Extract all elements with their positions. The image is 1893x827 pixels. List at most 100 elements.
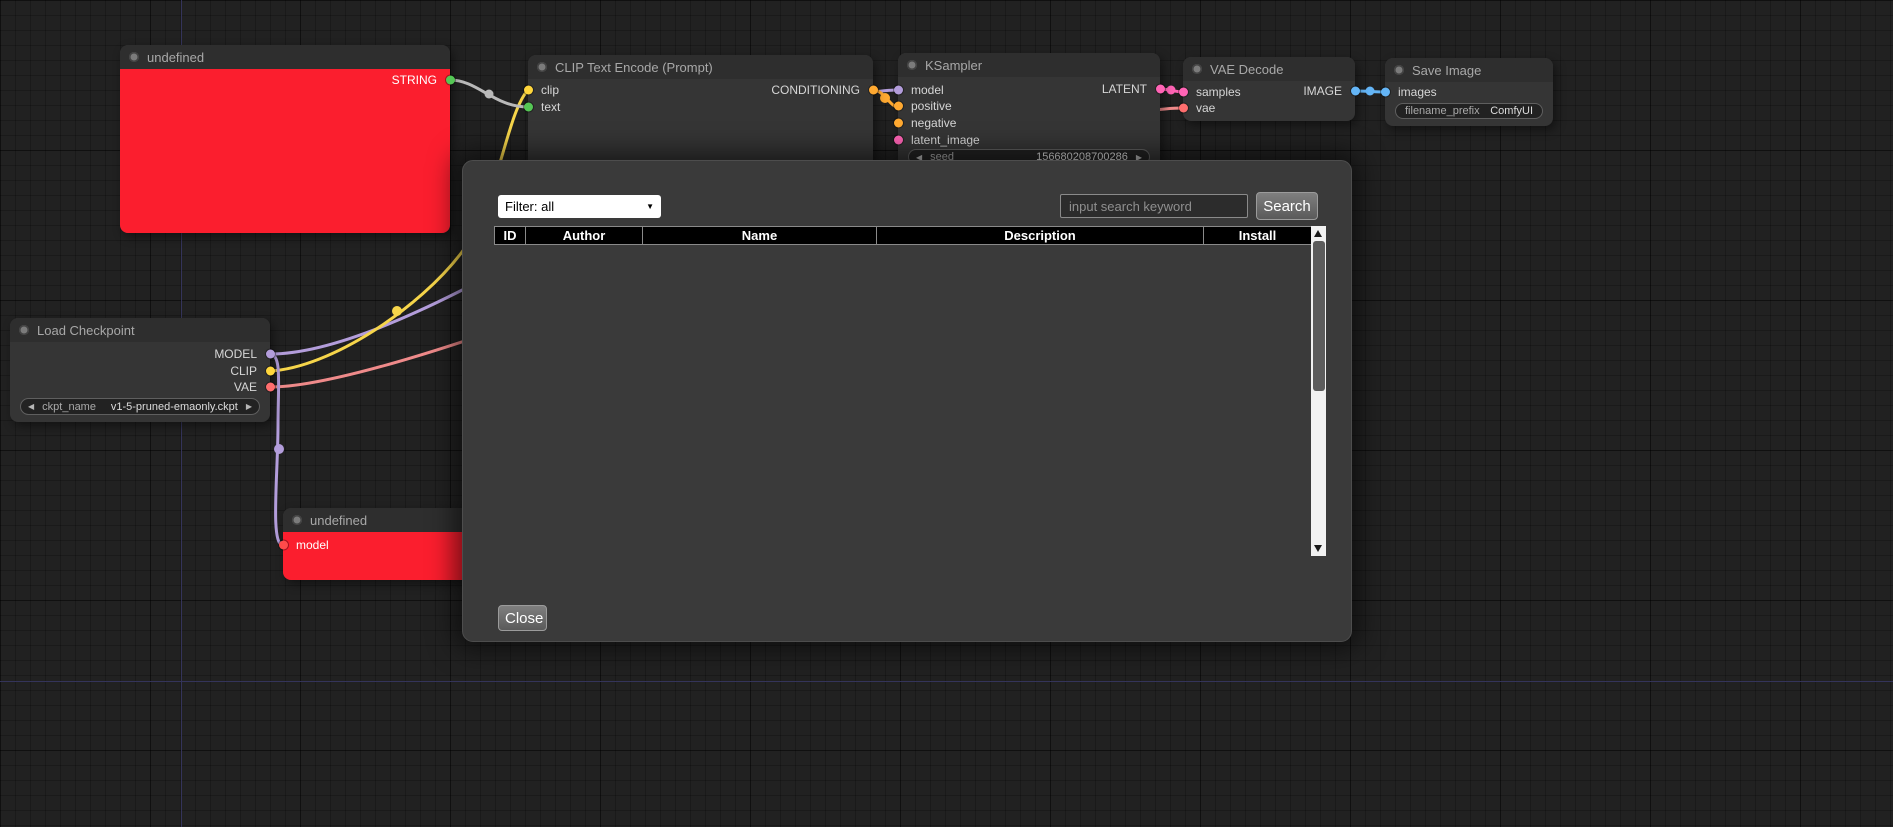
collapse-dot-icon[interactable] xyxy=(1394,65,1404,75)
node-title: KSampler xyxy=(925,58,982,73)
slot-pin[interactable] xyxy=(266,383,275,392)
node-save-image[interactable]: Save Image images filename_prefix ComfyU… xyxy=(1385,58,1553,126)
output-slot-vae[interactable]: VAE xyxy=(10,380,270,394)
input-slot-images[interactable]: images xyxy=(1385,85,1553,99)
output-slot-conditioning[interactable]: CONDITIONING xyxy=(528,83,873,97)
node-vae-decode[interactable]: VAE Decode samples vae IMAGE xyxy=(1183,57,1355,121)
arrow-left-icon[interactable]: ◀ xyxy=(28,402,34,411)
slot-pin[interactable] xyxy=(894,136,903,145)
slot-pin[interactable] xyxy=(869,86,878,95)
collapse-dot-icon[interactable] xyxy=(292,515,302,525)
column-header: ID xyxy=(495,227,526,245)
node-header[interactable]: undefined xyxy=(120,45,450,69)
node-title: VAE Decode xyxy=(1210,62,1283,77)
input-slot-vae[interactable]: vae xyxy=(1183,101,1355,115)
output-slot-clip[interactable]: CLIP xyxy=(10,364,270,378)
table-header-row: IDAuthorNameDescriptionInstall xyxy=(495,227,1312,245)
slot-label: text xyxy=(541,100,560,114)
slot-label: IMAGE xyxy=(1303,84,1342,98)
input-slot-negative[interactable]: negative xyxy=(898,116,1160,130)
filename-prefix-widget[interactable]: filename_prefix ComfyUI xyxy=(1395,103,1543,119)
collapse-dot-icon[interactable] xyxy=(537,62,547,72)
node-title: undefined xyxy=(147,50,204,65)
slot-label: positive xyxy=(911,99,952,113)
link-midpoint-dot xyxy=(880,93,890,103)
widget-value: v1-5-pruned-emaonly.ckpt xyxy=(111,401,238,413)
node-clip-text-encode[interactable]: CLIP Text Encode (Prompt) clip text COND… xyxy=(528,55,873,175)
filter-dropdown[interactable]: Filter: all ▼ xyxy=(498,195,661,218)
slot-label: vae xyxy=(1196,101,1215,115)
output-slot-model[interactable]: MODEL xyxy=(10,347,270,361)
slot-pin[interactable] xyxy=(279,541,288,550)
search-button[interactable]: Search xyxy=(1256,192,1318,220)
slot-label: images xyxy=(1398,85,1437,99)
arrow-right-icon[interactable]: ▶ xyxy=(246,402,252,411)
node-header[interactable]: Save Image xyxy=(1385,58,1553,82)
scroll-down-icon[interactable] xyxy=(1314,545,1322,552)
node-header[interactable]: CLIP Text Encode (Prompt) xyxy=(528,55,873,79)
output-slot-latent[interactable]: LATENT xyxy=(898,82,1160,96)
extension-manager-dialog: Filter: all ▼ Search IDAuthorNameDescrip… xyxy=(462,160,1352,642)
wire-string-to-text-input xyxy=(450,80,528,107)
output-slot-image[interactable]: IMAGE xyxy=(1183,84,1355,98)
node-title: CLIP Text Encode (Prompt) xyxy=(555,60,713,75)
widget-name: ckpt_name xyxy=(42,401,96,413)
node-error-body xyxy=(120,69,450,233)
collapse-dot-icon[interactable] xyxy=(1192,64,1202,74)
caret-down-icon: ▼ xyxy=(646,202,654,211)
link-midpoint-dot xyxy=(485,90,494,99)
slot-pin[interactable] xyxy=(1381,88,1390,97)
slot-pin[interactable] xyxy=(524,103,533,112)
link-midpoint-dot xyxy=(274,444,284,454)
table-scrollbar[interactable] xyxy=(1311,226,1326,556)
slot-label: MODEL xyxy=(214,347,257,361)
slot-label: CLIP xyxy=(230,364,257,378)
node-header[interactable]: Load Checkpoint xyxy=(10,318,270,342)
column-header: Description xyxy=(877,227,1204,245)
extension-table: IDAuthorNameDescriptionInstall xyxy=(494,226,1312,245)
slot-pin[interactable] xyxy=(1156,85,1165,94)
input-slot-latent-image[interactable]: latent_image xyxy=(898,133,1160,147)
slot-pin[interactable] xyxy=(1351,87,1360,96)
slot-pin[interactable] xyxy=(266,350,275,359)
slot-pin[interactable] xyxy=(1179,104,1188,113)
search-input[interactable] xyxy=(1060,194,1248,218)
output-slot-string[interactable]: STRING xyxy=(120,73,450,87)
node-title: Save Image xyxy=(1412,63,1481,78)
node-header[interactable]: KSampler xyxy=(898,53,1160,77)
slot-pin[interactable] xyxy=(894,102,903,111)
node-load-checkpoint[interactable]: Load Checkpoint MODEL CLIP VAE ◀ ckpt_na… xyxy=(10,318,270,422)
filter-dropdown-label: Filter: all xyxy=(505,199,554,214)
slot-pin[interactable] xyxy=(266,367,275,376)
link-midpoint-dot xyxy=(1366,87,1375,96)
ckpt-name-widget[interactable]: ◀ ckpt_name v1-5-pruned-emaonly.ckpt ▶ xyxy=(20,398,260,415)
node-ksampler[interactable]: KSampler model positive negative latent_… xyxy=(898,53,1160,173)
node-header[interactable]: VAE Decode xyxy=(1183,57,1355,81)
slot-label: VAE xyxy=(234,380,257,394)
slot-label: latent_image xyxy=(911,133,980,147)
widget-value: ComfyUI xyxy=(1490,105,1533,117)
input-slot-text[interactable]: text xyxy=(528,100,873,114)
scroll-up-icon[interactable] xyxy=(1314,230,1322,237)
collapse-dot-icon[interactable] xyxy=(129,52,139,62)
scrollbar-thumb[interactable] xyxy=(1313,241,1325,391)
column-header: Install xyxy=(1204,227,1312,245)
widget-name: filename_prefix xyxy=(1405,105,1480,117)
column-header: Name xyxy=(643,227,877,245)
input-slot-positive[interactable]: positive xyxy=(898,99,1160,113)
slot-pin[interactable] xyxy=(446,76,455,85)
slot-label: STRING xyxy=(392,73,437,87)
node-undefined-top[interactable]: undefined STRING xyxy=(120,45,450,233)
close-button[interactable]: Close xyxy=(498,605,547,631)
slot-label: negative xyxy=(911,116,956,130)
slot-label: CONDITIONING xyxy=(771,83,860,97)
canvas-guide-horizontal xyxy=(0,681,1893,682)
collapse-dot-icon[interactable] xyxy=(19,325,29,335)
node-title: Load Checkpoint xyxy=(37,323,135,338)
slot-label: LATENT xyxy=(1102,82,1147,96)
node-graph-canvas[interactable]: undefined STRING CLIP Text Encode (Promp… xyxy=(0,0,1893,827)
node-title: undefined xyxy=(310,513,367,528)
slot-pin[interactable] xyxy=(894,119,903,128)
slot-label: model xyxy=(296,538,329,552)
collapse-dot-icon[interactable] xyxy=(907,60,917,70)
